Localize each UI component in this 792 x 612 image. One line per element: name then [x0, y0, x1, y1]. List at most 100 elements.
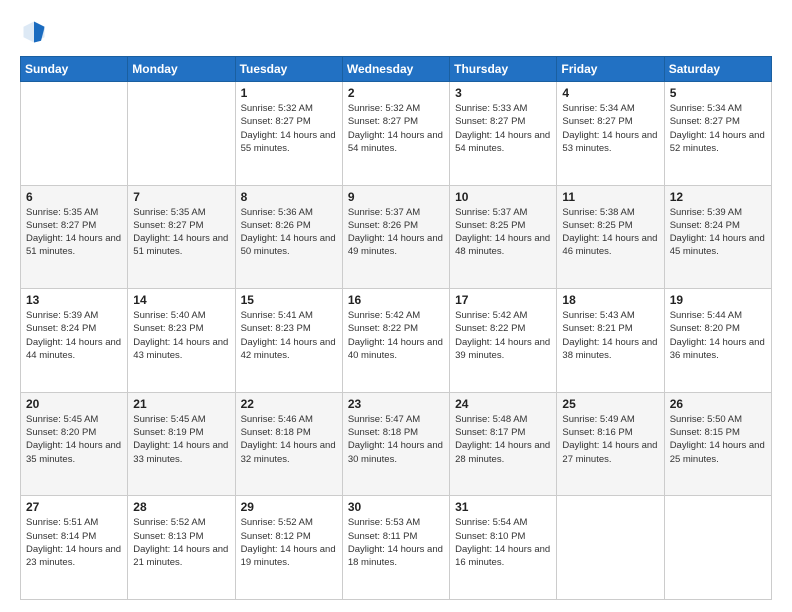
calendar-cell [664, 496, 771, 600]
calendar-cell: 9 Sunrise: 5:37 AM Sunset: 8:26 PM Daylig… [342, 185, 449, 289]
cell-info: Sunrise: 5:51 AM Sunset: 8:14 PM Dayligh… [26, 516, 122, 569]
cell-info: Sunrise: 5:48 AM Sunset: 8:17 PM Dayligh… [455, 413, 551, 466]
cell-info: Sunrise: 5:41 AM Sunset: 8:23 PM Dayligh… [241, 309, 337, 362]
day-number: 16 [348, 293, 444, 307]
calendar-cell: 10 Sunrise: 5:37 AM Sunset: 8:25 PM Dayli… [450, 185, 557, 289]
calendar-cell: 11 Sunrise: 5:38 AM Sunset: 8:25 PM Dayli… [557, 185, 664, 289]
cell-info: Sunrise: 5:50 AM Sunset: 8:15 PM Dayligh… [670, 413, 766, 466]
cell-info: Sunrise: 5:37 AM Sunset: 8:26 PM Dayligh… [348, 206, 444, 259]
calendar-cell: 14Sunrise: 5:40 AM Sunset: 8:23 PM Dayli… [128, 289, 235, 393]
day-number: 11 [562, 190, 658, 204]
calendar-week-0: 1 Sunrise: 5:32 AM Sunset: 8:27 PM Daylig… [21, 82, 772, 186]
col-header-sunday: Sunday [21, 57, 128, 82]
cell-info: Sunrise: 5:34 AM Sunset: 8:27 PM Dayligh… [562, 102, 658, 155]
calendar-cell: 5 Sunrise: 5:34 AM Sunset: 8:27 PM Daylig… [664, 82, 771, 186]
col-header-friday: Friday [557, 57, 664, 82]
day-number: 30 [348, 500, 444, 514]
calendar-cell: 15 Sunrise: 5:41 AM Sunset: 8:23 PM Dayli… [235, 289, 342, 393]
cell-info: Sunrise: 5:37 AM Sunset: 8:25 PM Dayligh… [455, 206, 551, 259]
logo-icon [20, 18, 48, 46]
cell-info: Sunrise: 5:35 AM Sunset: 8:27 PM Dayligh… [26, 206, 122, 259]
calendar-cell: 2Sunrise: 5:32 AM Sunset: 8:27 PM Daylig… [342, 82, 449, 186]
col-header-thursday: Thursday [450, 57, 557, 82]
calendar-cell: 4 Sunrise: 5:34 AM Sunset: 8:27 PM Daylig… [557, 82, 664, 186]
calendar-cell [128, 82, 235, 186]
calendar-cell [21, 82, 128, 186]
cell-info: Sunrise: 5:52 AM Sunset: 8:13 PM Dayligh… [133, 516, 229, 569]
calendar-cell: 22 Sunrise: 5:46 AM Sunset: 8:18 PM Dayli… [235, 392, 342, 496]
day-number: 25 [562, 397, 658, 411]
day-number: 8 [241, 190, 337, 204]
calendar-header-row: SundayMondayTuesdayWednesdayThursdayFrid… [21, 57, 772, 82]
cell-info: Sunrise: 5:54 AM Sunset: 8:10 PM Dayligh… [455, 516, 551, 569]
calendar-week-4: 27 Sunrise: 5:51 AM Sunset: 8:14 PM Dayli… [21, 496, 772, 600]
day-number: 9 [348, 190, 444, 204]
day-number: 18 [562, 293, 658, 307]
calendar-cell: 18Sunrise: 5:43 AM Sunset: 8:21 PM Dayli… [557, 289, 664, 393]
calendar-cell: 1 Sunrise: 5:32 AM Sunset: 8:27 PM Daylig… [235, 82, 342, 186]
cell-info: Sunrise: 5:47 AM Sunset: 8:18 PM Dayligh… [348, 413, 444, 466]
col-header-saturday: Saturday [664, 57, 771, 82]
day-number: 12 [670, 190, 766, 204]
day-number: 17 [455, 293, 551, 307]
day-number: 23 [348, 397, 444, 411]
cell-info: Sunrise: 5:52 AM Sunset: 8:12 PM Dayligh… [241, 516, 337, 569]
header [20, 18, 772, 46]
day-number: 20 [26, 397, 122, 411]
day-number: 24 [455, 397, 551, 411]
col-header-monday: Monday [128, 57, 235, 82]
cell-info: Sunrise: 5:53 AM Sunset: 8:11 PM Dayligh… [348, 516, 444, 569]
cell-info: Sunrise: 5:49 AM Sunset: 8:16 PM Dayligh… [562, 413, 658, 466]
cell-info: Sunrise: 5:45 AM Sunset: 8:20 PM Dayligh… [26, 413, 122, 466]
calendar-cell: 19 Sunrise: 5:44 AM Sunset: 8:20 PM Dayli… [664, 289, 771, 393]
cell-info: Sunrise: 5:40 AM Sunset: 8:23 PM Dayligh… [133, 309, 229, 362]
calendar-cell: 28 Sunrise: 5:52 AM Sunset: 8:13 PM Dayli… [128, 496, 235, 600]
day-number: 29 [241, 500, 337, 514]
calendar-cell: 3Sunrise: 5:33 AM Sunset: 8:27 PM Daylig… [450, 82, 557, 186]
calendar-cell: 31 Sunrise: 5:54 AM Sunset: 8:10 PM Dayli… [450, 496, 557, 600]
calendar-cell: 20 Sunrise: 5:45 AM Sunset: 8:20 PM Dayli… [21, 392, 128, 496]
cell-info: Sunrise: 5:32 AM Sunset: 8:27 PM Dayligh… [348, 102, 444, 155]
col-header-wednesday: Wednesday [342, 57, 449, 82]
calendar-week-2: 13Sunrise: 5:39 AM Sunset: 8:24 PM Dayli… [21, 289, 772, 393]
calendar-cell: 26Sunrise: 5:50 AM Sunset: 8:15 PM Dayli… [664, 392, 771, 496]
calendar-cell: 23 Sunrise: 5:47 AM Sunset: 8:18 PM Dayli… [342, 392, 449, 496]
calendar-cell: 8 Sunrise: 5:36 AM Sunset: 8:26 PM Daylig… [235, 185, 342, 289]
page: SundayMondayTuesdayWednesdayThursdayFrid… [0, 0, 792, 612]
day-number: 7 [133, 190, 229, 204]
calendar-cell: 30 Sunrise: 5:53 AM Sunset: 8:11 PM Dayli… [342, 496, 449, 600]
calendar-cell: 29 Sunrise: 5:52 AM Sunset: 8:12 PM Dayli… [235, 496, 342, 600]
day-number: 22 [241, 397, 337, 411]
day-number: 5 [670, 86, 766, 100]
calendar-cell: 27 Sunrise: 5:51 AM Sunset: 8:14 PM Dayli… [21, 496, 128, 600]
cell-info: Sunrise: 5:36 AM Sunset: 8:26 PM Dayligh… [241, 206, 337, 259]
day-number: 10 [455, 190, 551, 204]
day-number: 31 [455, 500, 551, 514]
day-number: 19 [670, 293, 766, 307]
cell-info: Sunrise: 5:39 AM Sunset: 8:24 PM Dayligh… [670, 206, 766, 259]
cell-info: Sunrise: 5:46 AM Sunset: 8:18 PM Dayligh… [241, 413, 337, 466]
calendar-week-1: 6Sunrise: 5:35 AM Sunset: 8:27 PM Daylig… [21, 185, 772, 289]
cell-info: Sunrise: 5:34 AM Sunset: 8:27 PM Dayligh… [670, 102, 766, 155]
logo [20, 18, 52, 46]
day-number: 28 [133, 500, 229, 514]
cell-info: Sunrise: 5:35 AM Sunset: 8:27 PM Dayligh… [133, 206, 229, 259]
calendar-table: SundayMondayTuesdayWednesdayThursdayFrid… [20, 56, 772, 600]
day-number: 21 [133, 397, 229, 411]
day-number: 4 [562, 86, 658, 100]
cell-info: Sunrise: 5:44 AM Sunset: 8:20 PM Dayligh… [670, 309, 766, 362]
day-number: 27 [26, 500, 122, 514]
day-number: 3 [455, 86, 551, 100]
calendar-cell: 16 Sunrise: 5:42 AM Sunset: 8:22 PM Dayli… [342, 289, 449, 393]
calendar-cell: 21Sunrise: 5:45 AM Sunset: 8:19 PM Dayli… [128, 392, 235, 496]
day-number: 13 [26, 293, 122, 307]
cell-info: Sunrise: 5:32 AM Sunset: 8:27 PM Dayligh… [241, 102, 337, 155]
calendar-cell: 17Sunrise: 5:42 AM Sunset: 8:22 PM Dayli… [450, 289, 557, 393]
cell-info: Sunrise: 5:42 AM Sunset: 8:22 PM Dayligh… [348, 309, 444, 362]
day-number: 1 [241, 86, 337, 100]
calendar-cell: 6Sunrise: 5:35 AM Sunset: 8:27 PM Daylig… [21, 185, 128, 289]
cell-info: Sunrise: 5:38 AM Sunset: 8:25 PM Dayligh… [562, 206, 658, 259]
calendar-cell: 7 Sunrise: 5:35 AM Sunset: 8:27 PM Daylig… [128, 185, 235, 289]
calendar-cell: 24 Sunrise: 5:48 AM Sunset: 8:17 PM Dayli… [450, 392, 557, 496]
day-number: 15 [241, 293, 337, 307]
